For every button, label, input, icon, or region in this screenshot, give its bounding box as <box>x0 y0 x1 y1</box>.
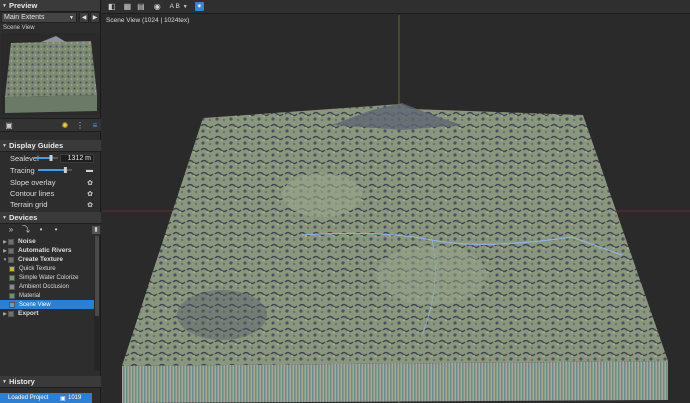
device-label: Simple Water Colorize <box>19 274 79 281</box>
sealevel-value[interactable]: 1312 m <box>60 154 94 163</box>
history-item-label: Loaded Project <box>8 395 49 401</box>
sealevel-slider[interactable] <box>36 155 58 161</box>
sealevel-label: Sealevel <box>10 154 39 163</box>
list-icon[interactable]: ≡ <box>89 120 101 130</box>
next-button[interactable]: ▶ <box>90 12 100 23</box>
render-icon[interactable]: ▦ <box>124 2 132 12</box>
chevron-down-icon: ▼ <box>69 14 74 21</box>
device-label: Scene View <box>19 301 51 308</box>
camera-icon[interactable]: ▣ <box>3 120 15 130</box>
device-item[interactable]: ▼ Create Texture <box>0 255 94 264</box>
slope-overlay-label: Slope overlay <box>10 178 56 187</box>
terrain-grid-label: Terrain grid <box>10 200 48 209</box>
preview-header[interactable]: ▼ Preview <box>0 0 100 12</box>
devices-header[interactable]: ▼ Devices <box>0 212 101 224</box>
collapse-icon: ▼ <box>2 214 7 221</box>
device-icon <box>8 310 14 317</box>
device-label: Ambient Occlusion <box>19 283 70 290</box>
folder-icon[interactable]: ▬ <box>86 167 93 174</box>
device-item[interactable]: Material <box>0 291 94 300</box>
devices-toolbar: » ⤵ • • ▮ <box>0 224 101 235</box>
preview-header-label: Preview <box>8 1 38 10</box>
tracing-row: Tracing ▬ <box>0 165 101 176</box>
lightbulb-icon[interactable]: ✺ <box>59 120 71 130</box>
chevron-down-icon[interactable]: ▼ <box>183 2 188 12</box>
preview-thumbnail[interactable] <box>1 33 100 115</box>
history-header-label: History <box>8 377 35 386</box>
device-item[interactable]: ▶ Export <box>0 309 94 318</box>
collapse-icon: ▼ <box>2 378 7 385</box>
settings-icon[interactable]: ✷ <box>194 2 204 11</box>
device-icon <box>9 301 15 308</box>
device-icon <box>9 283 15 290</box>
lock-icon[interactable]: ▮ <box>92 225 100 234</box>
guides-toolbar: ▣ ✺ ⋮ ≡ <box>0 118 101 132</box>
slope-overlay-row[interactable]: Slope overlay ✿ <box>0 177 101 188</box>
left-panel: ▼ Preview Main Extents ▼ ◀ ▶ Scene View … <box>0 0 101 403</box>
display-guides-header[interactable]: ▼ Display Guides <box>0 140 101 152</box>
viewport-toolbar: ◧ ▦ ▤ ◉ A B ▼ ✷ <box>102 0 690 14</box>
save-icon: ▣ <box>60 395 66 402</box>
device-label: Quick Texture <box>19 265 56 272</box>
history-item-value: 1019 <box>68 395 82 401</box>
device-item[interactable]: Ambient Occlusion <box>0 282 94 291</box>
device-item[interactable]: Simple Water Colorize <box>0 273 94 282</box>
tracing-label: Tracing <box>10 166 35 175</box>
texture-icon[interactable]: ▤ <box>137 2 145 12</box>
collapse-icon: ▼ <box>2 2 7 9</box>
viewport-title: Scene View (1024 | 1024tex) <box>106 17 190 24</box>
device-item[interactable]: Scene View <box>0 300 94 309</box>
device-icon <box>9 265 15 272</box>
gear-icon[interactable]: ✿ <box>87 190 93 198</box>
history-header[interactable]: ▼ History <box>0 376 101 388</box>
gear-icon[interactable]: ✿ <box>87 179 93 187</box>
device-label: Automatic Rivers <box>18 247 72 254</box>
contour-lines-label: Contour lines <box>10 189 55 198</box>
preview-scene-label: Scene View <box>3 25 35 31</box>
expand-all-icon[interactable]: » <box>5 225 17 235</box>
contour-lines-row[interactable]: Contour lines ✿ <box>0 188 101 199</box>
previous-button[interactable]: ◀ <box>79 12 89 23</box>
device-icon <box>9 274 15 281</box>
dot-icon[interactable]: • <box>50 225 62 235</box>
device-icon <box>8 256 14 263</box>
device-item[interactable]: Quick Texture <box>0 264 94 273</box>
device-label: Create Texture <box>18 256 64 263</box>
devices-header-label: Devices <box>8 213 38 222</box>
menu-icon[interactable]: ⋮ <box>74 120 86 130</box>
collapse-icon: ▼ <box>2 142 7 149</box>
extent-select-value: Main Extents <box>4 14 45 21</box>
tracing-slider[interactable] <box>38 167 72 173</box>
collapse-all-icon[interactable]: ⤵ <box>20 225 32 235</box>
device-label: Material <box>19 292 41 299</box>
history-item[interactable]: Loaded Project ▣ 1019 <box>0 393 92 403</box>
camera-icon[interactable]: ◧ <box>108 2 116 12</box>
scrollbar-thumb[interactable] <box>95 236 99 316</box>
device-icon <box>8 247 14 254</box>
device-label: Noise <box>18 238 36 245</box>
device-icon <box>9 292 15 299</box>
ab-compare-button[interactable]: A B <box>170 2 180 12</box>
device-item[interactable]: ▶ Automatic Rivers <box>0 246 94 255</box>
device-icon <box>8 238 14 245</box>
sealevel-row: Sealevel 1312 m <box>0 153 101 164</box>
dot-icon[interactable]: • <box>35 225 47 235</box>
terrain-grid-row[interactable]: Terrain grid ✿ <box>0 199 101 210</box>
scene-viewport[interactable]: Scene View (1024 | 1024tex) <box>102 15 690 403</box>
eye-icon[interactable]: ◉ <box>154 2 161 12</box>
devices-scrollbar[interactable] <box>94 236 100 371</box>
device-label: Export <box>18 310 39 317</box>
terrain-render <box>102 15 690 403</box>
extent-select[interactable]: Main Extents ▼ <box>1 12 77 23</box>
display-guides-header-label: Display Guides <box>8 141 64 150</box>
gear-icon[interactable]: ✿ <box>87 201 93 209</box>
device-item[interactable]: ▶ Noise <box>0 237 94 246</box>
